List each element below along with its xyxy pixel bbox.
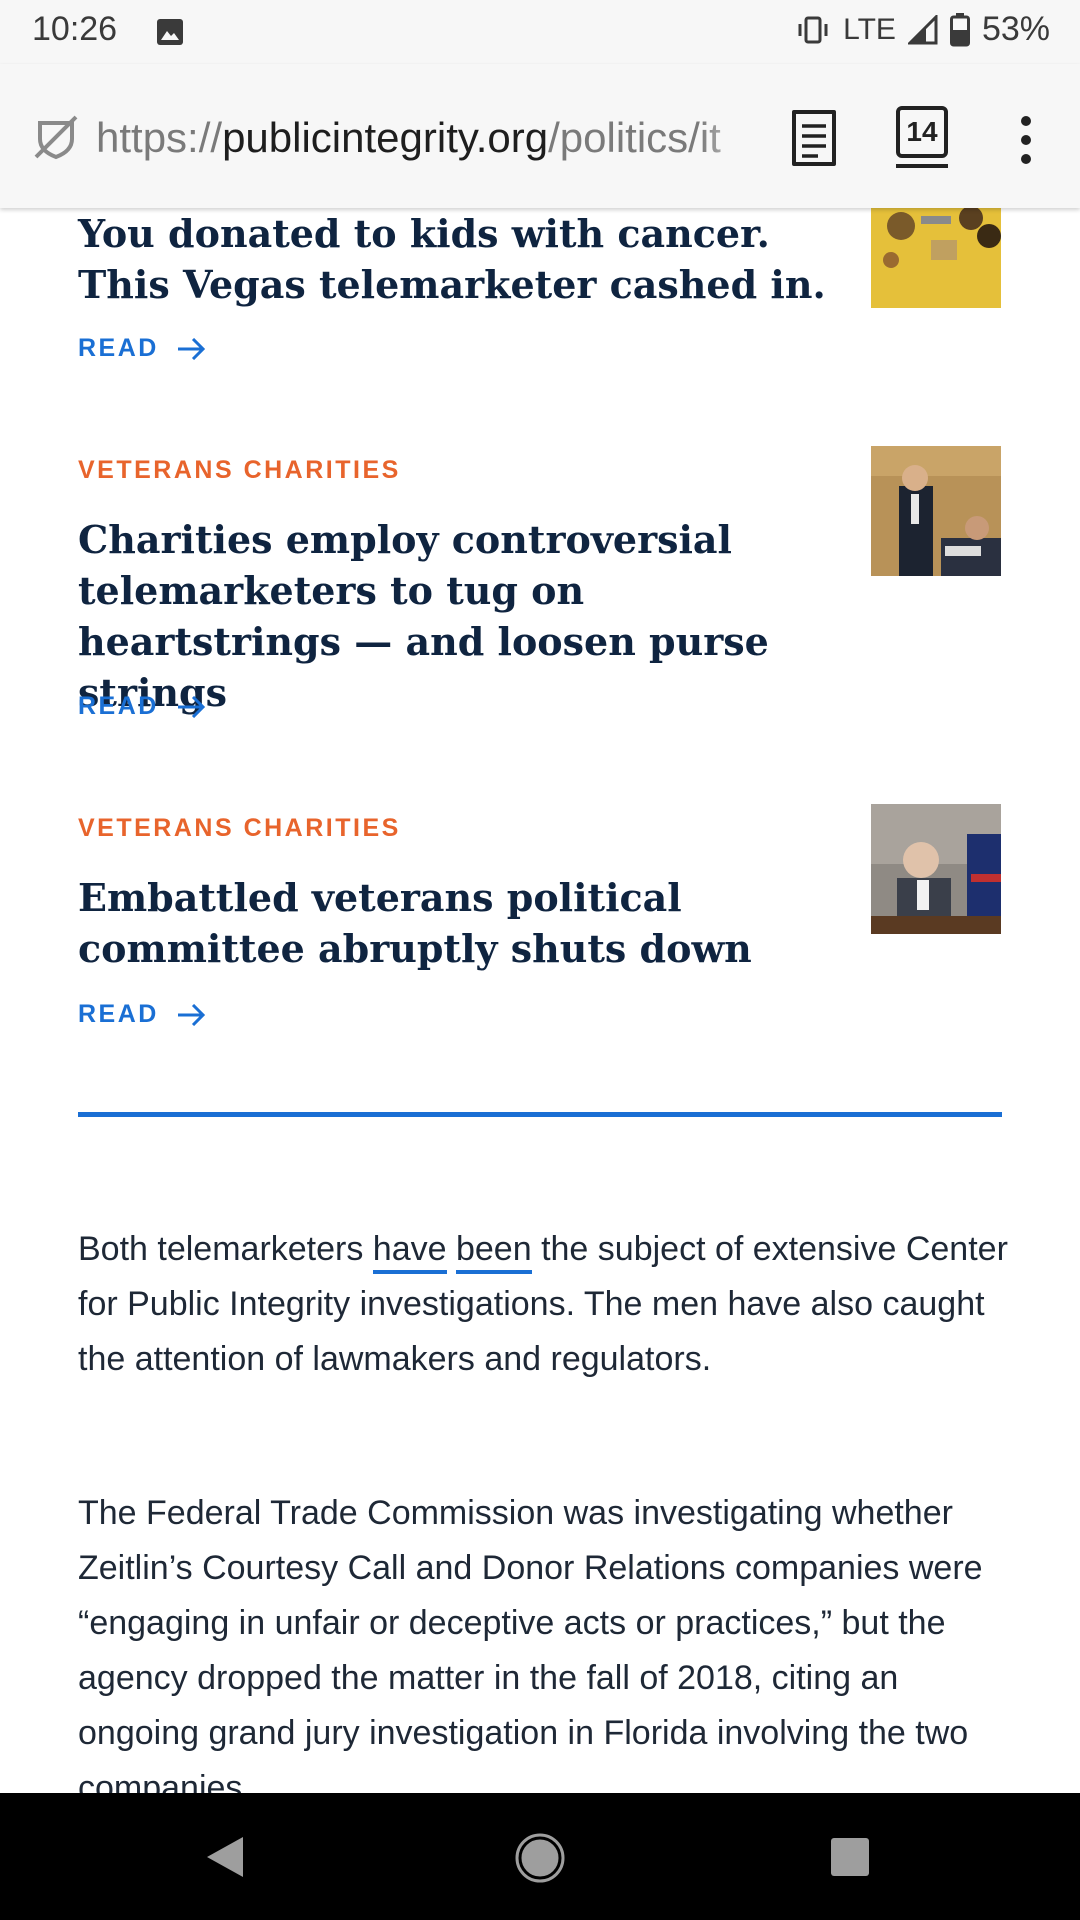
paragraph-text [447,1230,456,1268]
read-label: READ [78,334,159,362]
overflow-menu-button[interactable] [1010,110,1042,174]
read-label: READ [78,1000,159,1028]
article-thumbnail[interactable] [871,804,1001,934]
body-paragraph: Both telemarketers have been the subject… [78,1222,1013,1387]
image-notification-icon [157,19,183,45]
tab-switcher-underline [896,164,948,168]
paragraph-text: Both telemarketers [78,1230,373,1268]
url-fade [700,108,760,168]
status-right: LTE 53% [795,10,1050,49]
read-link[interactable]: READ [78,334,205,363]
read-link[interactable]: READ [78,1000,205,1029]
url-field[interactable]: https://publicintegrity.org/politics/it [96,110,756,166]
browser-toolbar: https://publicintegrity.org/politics/it … [0,64,1080,208]
back-icon[interactable] [205,1835,245,1879]
body-paragraph: The Federal Trade Commission was investi… [78,1494,983,1793]
battery-icon [949,12,970,46]
url-scheme: https:// [96,114,223,161]
article-category[interactable]: VETERANS CHARITIES [78,814,401,843]
arrow-right-icon [177,1003,205,1026]
system-navigation-bar [0,1793,1080,1920]
thumbnail-illustration-icon [871,208,1001,308]
menu-dot [1021,154,1031,164]
battery-percent: 53% [981,10,1050,48]
url-domain: publicintegrity.org [222,114,549,161]
connection-security-icon[interactable] [32,113,80,161]
menu-dot [1021,135,1031,145]
status-time: 10:26 [32,10,118,48]
read-link[interactable]: READ [78,692,205,721]
article-thumbnail[interactable] [871,446,1001,576]
read-label: READ [78,692,159,720]
signal-icon [907,14,938,44]
home-icon[interactable] [515,1833,565,1883]
thumbnail-photo-icon [871,446,1001,576]
tab-switcher-button[interactable]: 14 [896,106,948,158]
inline-link[interactable]: have [372,1230,447,1274]
article-title[interactable]: Embattled veterans political committee a… [78,872,848,974]
page-content: You donated to kids with cancer. This Ve… [0,208,1080,1793]
reader-mode-icon[interactable] [790,108,838,168]
article-thumbnail[interactable] [871,208,1001,308]
thumbnail-photo-icon [871,804,1001,934]
section-divider [78,1112,1002,1117]
inline-link[interactable]: been [455,1230,532,1274]
article-title[interactable]: You donated to kids with cancer. This Ve… [78,208,848,310]
network-type: LTE [843,12,896,46]
article-category[interactable]: VETERANS CHARITIES [78,456,401,485]
arrow-right-icon [177,695,205,718]
url-path: /politics/it [548,114,721,161]
vibrate-icon [798,16,828,43]
article-title[interactable]: Charities employ controversial telemarke… [78,514,848,718]
menu-dot [1021,116,1031,126]
status-bar: 10:26 LTE 53% [0,0,1080,64]
recent-apps-icon[interactable] [830,1837,870,1877]
arrow-right-icon [177,337,205,360]
